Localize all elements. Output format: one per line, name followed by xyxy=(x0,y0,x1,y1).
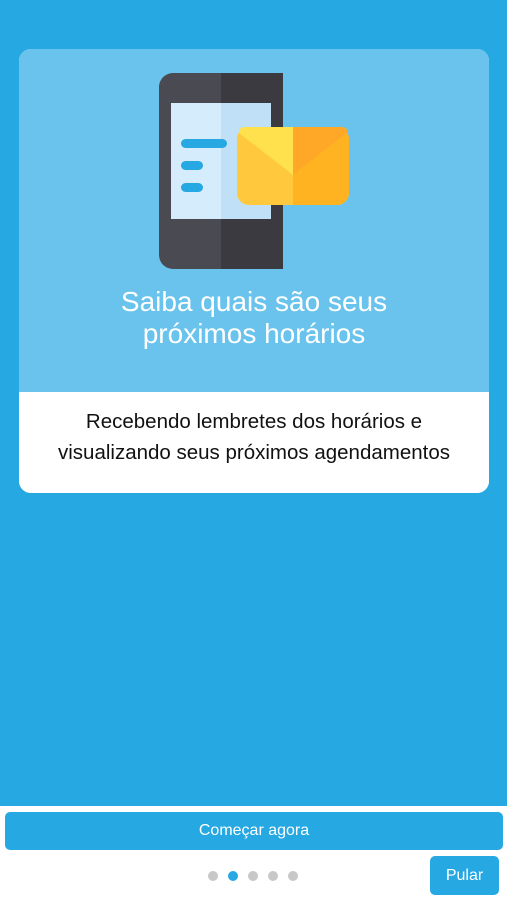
pagination-dots xyxy=(208,871,298,881)
skip-button[interactable]: Pular xyxy=(430,856,499,895)
card-header: Saiba quais são seus próximos horários xyxy=(19,49,489,392)
card-title-line-2: próximos horários xyxy=(142,318,366,349)
pagination-dot-1[interactable] xyxy=(208,871,218,881)
footer: Começar agora Pular xyxy=(0,806,507,900)
card-description-line-2: visualizando seus próximos agendamentos xyxy=(57,441,450,464)
card-title: Saiba quais são seus próximos horários xyxy=(19,286,489,350)
pagination-dot-5[interactable] xyxy=(288,871,298,881)
card-body: Recebendo lembretes dos horários e visua… xyxy=(19,392,489,493)
card-title-line-1: Saiba quais são seus xyxy=(120,286,388,317)
card-description: Recebendo lembretes dos horários e visua… xyxy=(19,406,489,468)
onboarding-card: Saiba quais são seus próximos horários R… xyxy=(19,49,489,493)
start-now-button[interactable]: Começar agora xyxy=(5,812,503,850)
pagination-dot-4[interactable] xyxy=(268,871,278,881)
pagination-dot-3[interactable] xyxy=(248,871,258,881)
phone-with-envelope-icon xyxy=(159,73,349,269)
card-description-line-1: Recebendo lembretes dos horários e xyxy=(85,410,423,433)
pagination-dot-2-active[interactable] xyxy=(228,871,238,881)
